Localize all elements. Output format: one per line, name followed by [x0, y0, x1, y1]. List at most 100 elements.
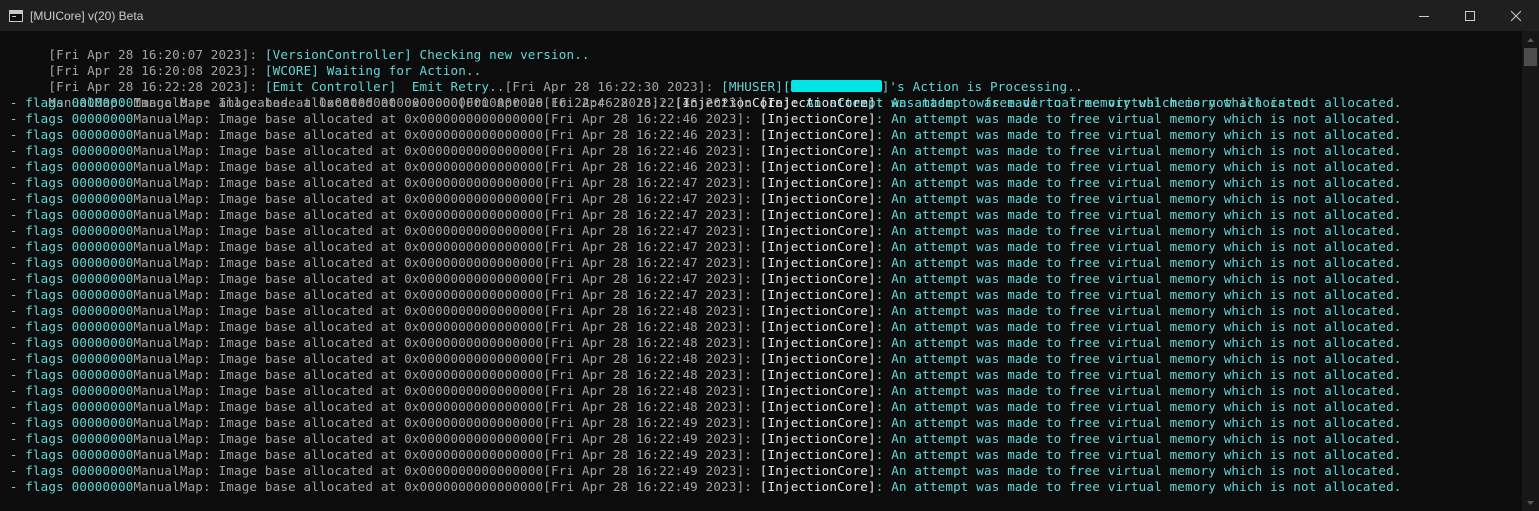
- scroll-up-arrow-icon[interactable]: [1522, 31, 1539, 48]
- manualmap-text: ManualMap: Image base allocated at 0x000…: [133, 95, 544, 110]
- flags-label: - flags: [2, 271, 72, 286]
- injection-tag: [InjectionCore]: [759, 479, 876, 494]
- injection-tag: [InjectionCore]: [759, 143, 876, 158]
- manualmap-text: ManualMap: Image base allocated at 0x000…: [133, 383, 544, 398]
- log-message: : An attempt was made to free virtual me…: [875, 127, 1402, 142]
- log-timestamp: [Fri Apr 28 16:22:47 2023]:: [543, 175, 760, 190]
- log-line: - flags 00000000ManualMap: Image base al…: [0, 447, 1522, 463]
- flags-value: 00000000: [71, 415, 134, 430]
- flags-label: - flags: [2, 303, 72, 318]
- manualmap-text: ManualMap: Image base allocated at 0x000…: [133, 399, 544, 414]
- injection-tag: [InjectionCore]: [759, 191, 876, 206]
- injection-tag: [InjectionCore]: [759, 111, 876, 126]
- scrollbar-thumb[interactable]: [1524, 48, 1537, 66]
- flags-value: 00000000: [71, 95, 134, 110]
- injection-tag: [InjectionCore]: [759, 127, 876, 142]
- flags-value: 00000000: [71, 255, 134, 270]
- flags-value: 00000000: [71, 463, 134, 478]
- log-line: - flags 00000000ManualMap: Image base al…: [0, 223, 1522, 239]
- repeated-log-lines: - flags 00000000ManualMap: Image base al…: [0, 95, 1522, 495]
- flags-value: 00000000: [71, 335, 134, 350]
- log-line: - flags 00000000ManualMap: Image base al…: [0, 431, 1522, 447]
- log-message: : An attempt was made to free virtual me…: [875, 95, 1402, 110]
- injection-tag: [InjectionCore]: [759, 351, 876, 366]
- title-bar[interactable]: [MUICore] v(20) Beta: [0, 0, 1539, 31]
- log-message: : An attempt was made to free virtual me…: [875, 175, 1402, 190]
- log-message: : An attempt was made to free virtual me…: [875, 367, 1402, 382]
- log-line: - flags 00000000ManualMap: Image base al…: [0, 383, 1522, 399]
- maximize-button[interactable]: [1447, 0, 1493, 31]
- log-timestamp: [Fri Apr 28 16:22:47 2023]:: [543, 207, 760, 222]
- injection-tag: [InjectionCore]: [759, 335, 876, 350]
- log-message: : An attempt was made to free virtual me…: [875, 207, 1402, 222]
- flags-label: - flags: [2, 367, 72, 382]
- log-message: : An attempt was made to free virtual me…: [875, 479, 1402, 494]
- log-message: : An attempt was made to free virtual me…: [875, 447, 1402, 462]
- flags-label: - flags: [2, 191, 72, 206]
- log-timestamp: [Fri Apr 28 16:22:48 2023]:: [543, 367, 760, 382]
- log-line: - flags 00000000ManualMap: Image base al…: [0, 207, 1522, 223]
- flags-value: 00000000: [71, 367, 134, 382]
- flags-value: 00000000: [71, 319, 134, 334]
- log-timestamp: [Fri Apr 28 16:22:46 2023]:: [543, 143, 760, 158]
- injection-tag: [InjectionCore]: [759, 463, 876, 478]
- log-timestamp: [Fri Apr 28 16:22:48 2023]:: [543, 303, 760, 318]
- manualmap-text: ManualMap: Image base allocated at 0x000…: [133, 207, 544, 222]
- flags-value: 00000000: [71, 431, 134, 446]
- log-message: : An attempt was made to free virtual me…: [875, 351, 1402, 366]
- console-output[interactable]: [Fri Apr 28 16:20:07 2023]: [VersionCont…: [0, 31, 1522, 511]
- log-message: : An attempt was made to free virtual me…: [875, 111, 1402, 126]
- flags-value: 00000000: [71, 447, 134, 462]
- injection-tag: [InjectionCore]: [759, 287, 876, 302]
- manualmap-text: ManualMap: Image base allocated at 0x000…: [133, 335, 544, 350]
- log-line: - flags 00000000ManualMap: Image base al…: [0, 255, 1522, 271]
- flags-label: - flags: [2, 95, 72, 110]
- injection-tag: [InjectionCore]: [759, 367, 876, 382]
- log-timestamp: [Fri Apr 28 16:22:28 2023]:: [48, 79, 265, 94]
- flags-value: 00000000: [71, 159, 134, 174]
- scroll-down-arrow-icon[interactable]: [1522, 494, 1539, 511]
- redacted-username: [790, 80, 882, 92]
- console-app-icon[interactable]: [9, 9, 23, 22]
- flags-label: - flags: [2, 239, 72, 254]
- injection-tag: [InjectionCore]: [759, 239, 876, 254]
- manualmap-text: ManualMap: Image base allocated at 0x000…: [133, 431, 544, 446]
- log-timestamp: [Fri Apr 28 16:22:48 2023]:: [543, 335, 760, 350]
- flags-label: - flags: [2, 127, 72, 142]
- vertical-scrollbar[interactable]: [1522, 31, 1539, 511]
- manualmap-text: ManualMap: Image base allocated at 0x000…: [133, 287, 544, 302]
- flags-value: 00000000: [71, 143, 134, 158]
- maximize-icon: [1465, 10, 1475, 21]
- log-line: - flags 00000000ManualMap: Image base al…: [0, 319, 1522, 335]
- manualmap-text: ManualMap: Image base allocated at 0x000…: [133, 223, 544, 238]
- console-window: [MUICore] v(20) Beta [Fri Apr 28 16:20:0…: [0, 0, 1539, 511]
- flags-label: - flags: [2, 255, 72, 270]
- log-timestamp: [Fri Apr 28 16:22:47 2023]:: [543, 223, 760, 238]
- log-timestamp: [Fri Apr 28 16:22:47 2023]:: [543, 271, 760, 286]
- flags-value: 00000000: [71, 287, 134, 302]
- close-button[interactable]: [1493, 0, 1539, 31]
- manualmap-text: ManualMap: Image base allocated at 0x000…: [133, 319, 544, 334]
- log-timestamp: [Fri Apr 28 16:22:46 2023]:: [543, 95, 760, 110]
- log-line: - flags 00000000ManualMap: Image base al…: [0, 111, 1522, 127]
- injection-tag: [InjectionCore]: [759, 303, 876, 318]
- minimize-icon: [1419, 15, 1429, 17]
- log-line: - flags 00000000ManualMap: Image base al…: [0, 335, 1522, 351]
- flags-value: 00000000: [71, 399, 134, 414]
- log-line: - flags 00000000ManualMap: Image base al…: [0, 191, 1522, 207]
- log-message: : An attempt was made to free virtual me…: [875, 319, 1402, 334]
- log-timestamp: [Fri Apr 28 16:22:47 2023]:: [543, 239, 760, 254]
- minimize-button[interactable]: [1401, 0, 1447, 31]
- log-timestamp: [Fri Apr 28 16:20:07 2023]:: [48, 47, 265, 62]
- flags-label: - flags: [2, 159, 72, 174]
- log-timestamp: [Fri Apr 28 16:22:49 2023]:: [543, 447, 760, 462]
- manualmap-text: ManualMap: Image base allocated at 0x000…: [133, 159, 544, 174]
- manualmap-text: ManualMap: Image base allocated at 0x000…: [133, 351, 544, 366]
- flags-label: - flags: [2, 463, 72, 478]
- log-line: - flags 00000000ManualMap: Image base al…: [0, 463, 1522, 479]
- log-timestamp: [Fri Apr 28 16:22:49 2023]:: [543, 415, 760, 430]
- close-icon: [1511, 10, 1521, 21]
- log-line: - flags 00000000ManualMap: Image base al…: [0, 239, 1522, 255]
- flags-label: - flags: [2, 335, 72, 350]
- injection-tag: [InjectionCore]: [759, 319, 876, 334]
